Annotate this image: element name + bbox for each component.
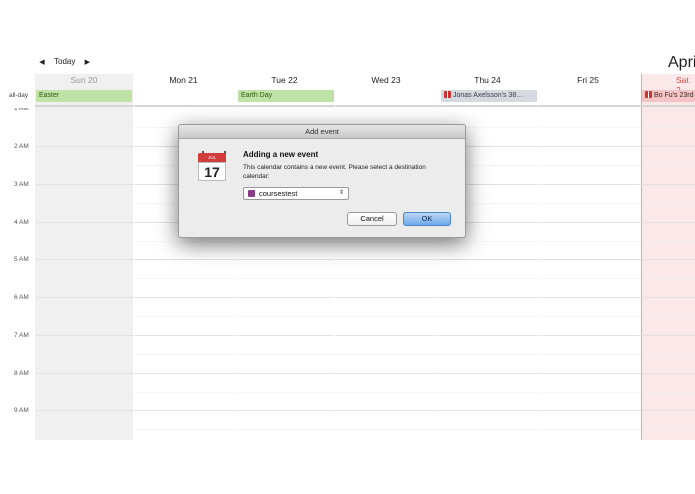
hour-label: 1 AM — [14, 105, 29, 112]
day-header-sun[interactable]: Sun 20 — [35, 75, 133, 85]
gift-icon — [444, 91, 451, 98]
hour-label: 3 AM — [14, 181, 29, 188]
destination-calendar-select[interactable]: coursestest ⇕ — [243, 187, 349, 200]
hour-label: 9 AM — [14, 407, 29, 414]
event-bo-fu-birthday[interactable]: Bo Fu's 23rd — [642, 90, 695, 102]
hour-label: 8 AM — [14, 370, 29, 377]
all-day-row[interactable] — [35, 88, 695, 107]
hour-line — [35, 373, 695, 374]
calendar-icon-day: 17 — [198, 162, 226, 181]
selected-calendar-name: coursestest — [259, 189, 298, 198]
ok-button[interactable]: OK — [403, 212, 451, 226]
hour-label: 2 AM — [14, 143, 29, 150]
dialog-title: Add event — [179, 125, 465, 139]
event-title: Earth Day — [241, 92, 273, 99]
sunday-column-shade — [35, 74, 133, 440]
calendar-icon: JUL 17 — [196, 151, 228, 183]
add-event-dialog: Add event JUL 17 Adding a new event This… — [178, 124, 466, 238]
half-hour-line — [35, 392, 695, 393]
gift-icon — [645, 91, 652, 98]
event-title: Jonas Axelsson's 38… — [453, 92, 524, 99]
event-title: Easter — [39, 92, 60, 99]
hour-line — [35, 259, 695, 260]
hour-label: 5 AM — [14, 256, 29, 263]
event-jonas-birthday[interactable]: Jonas Axelsson's 38… — [441, 90, 537, 102]
half-hour-line — [35, 354, 695, 355]
chevron-updown-icon: ⇕ — [338, 190, 344, 196]
half-hour-line — [35, 429, 695, 430]
event-easter[interactable]: Easter — [36, 90, 132, 102]
cancel-button[interactable]: Cancel — [347, 212, 397, 226]
event-title: Bo Fu's 23rd — [654, 92, 694, 99]
day-header-fri[interactable]: Fri 25 — [538, 75, 638, 85]
calendar-color-swatch — [248, 190, 255, 197]
today-button[interactable]: Today — [54, 57, 75, 66]
day-header-tue[interactable]: Tue 22 — [234, 75, 335, 85]
half-hour-line — [35, 241, 695, 242]
dialog-message: This calendar contains a new event. Plea… — [243, 164, 426, 180]
half-hour-line — [35, 278, 695, 279]
half-hour-line — [35, 316, 695, 317]
calendar-icon-month: JUL — [198, 153, 226, 162]
next-week-button[interactable]: ▶ — [81, 58, 93, 66]
date-navigation: ◀ Today ▶ — [36, 57, 93, 66]
day-header-thu[interactable]: Thu 24 — [437, 75, 538, 85]
column-separator — [133, 106, 134, 440]
previous-week-button[interactable]: ◀ — [36, 58, 48, 66]
hour-label: 4 AM — [14, 219, 29, 226]
day-header-mon[interactable]: Mon 21 — [133, 75, 234, 85]
hour-label: 6 AM — [14, 294, 29, 301]
event-earth-day[interactable]: Earth Day — [238, 90, 334, 102]
hour-line — [35, 335, 695, 336]
column-separator — [538, 106, 539, 440]
dialog-heading: Adding a new event — [243, 150, 319, 159]
all-day-label: all-day — [9, 92, 29, 99]
hour-line — [35, 410, 695, 411]
today-column-shade — [641, 74, 695, 440]
month-title: Apri — [668, 54, 695, 71]
hour-line — [35, 297, 695, 298]
day-header-wed[interactable]: Wed 23 — [335, 75, 437, 85]
hour-label: 7 AM — [14, 332, 29, 339]
